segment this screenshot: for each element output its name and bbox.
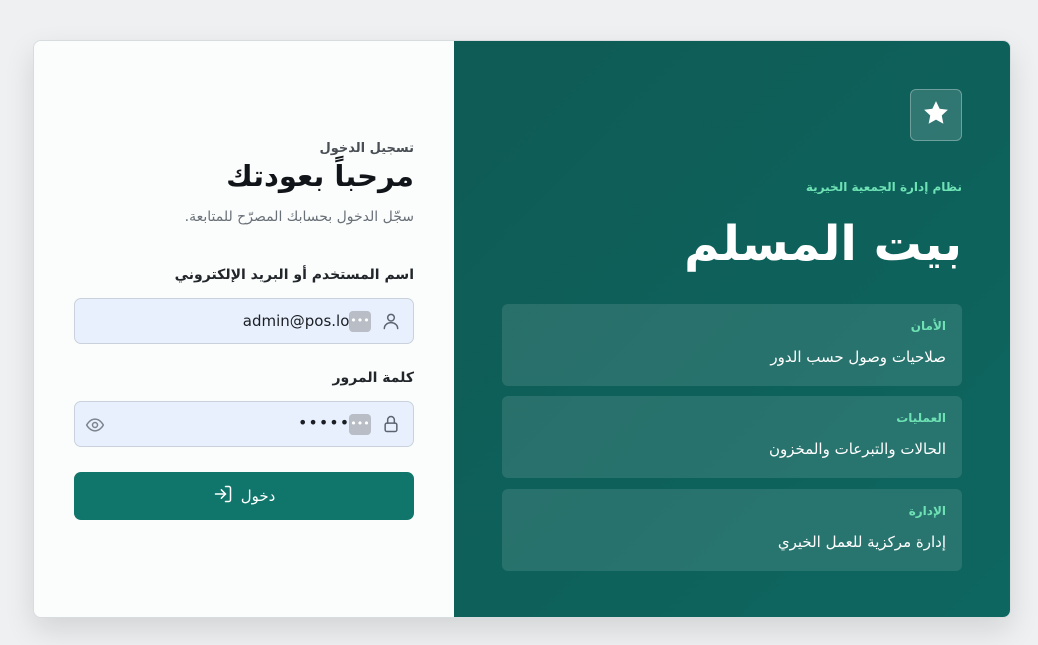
feature-text: صلاحيات وصول حسب الدور — [770, 348, 946, 366]
brand-kicker: نظام إدارة الجمعية الخيرية — [805, 180, 962, 194]
page-subtitle: سجّل الدخول بحسابك المصرّح للمتابعة. — [184, 209, 414, 225]
feature-label: العمليات — [896, 411, 946, 425]
brand-title: بيت المسلم — [684, 216, 962, 272]
brand-logo — [910, 89, 962, 141]
user-icon — [381, 311, 401, 331]
autofill-chip[interactable]: ••• — [349, 414, 371, 435]
password-field[interactable]: ••••••• ••• — [74, 401, 414, 447]
feature-card-management: الإدارة إدارة مركزية للعمل الخيري — [502, 489, 962, 571]
eye-icon[interactable] — [85, 415, 105, 435]
feature-label: الأمان — [910, 319, 946, 333]
login-eyebrow: تسجيل الدخول — [319, 141, 414, 156]
username-label: اسم المستخدم أو البريد الإلكتروني — [174, 267, 414, 283]
login-card: تسجيل الدخول مرحباً بعودتك سجّل الدخول ب… — [33, 40, 1011, 618]
login-form-panel: تسجيل الدخول مرحباً بعودتك سجّل الدخول ب… — [34, 41, 454, 617]
star-icon — [921, 98, 951, 132]
login-arrow-icon — [213, 484, 233, 508]
feature-card-security: الأمان صلاحيات وصول حسب الدور — [502, 304, 962, 386]
username-field[interactable]: admin@pos.local ••• — [74, 298, 414, 344]
feature-card-operations: العمليات الحالات والتبرعات والمخزون — [502, 396, 962, 478]
login-submit-label: دخول — [240, 487, 276, 505]
brand-panel: نظام إدارة الجمعية الخيرية بيت المسلم ال… — [454, 41, 1010, 617]
feature-text: إدارة مركزية للعمل الخيري — [777, 533, 946, 551]
feature-label: الإدارة — [908, 504, 946, 518]
lock-icon — [381, 414, 401, 434]
page-title: مرحباً بعودتك — [226, 159, 414, 193]
feature-text: الحالات والتبرعات والمخزون — [768, 440, 946, 458]
login-submit-button[interactable]: دخول — [74, 472, 414, 520]
autofill-chip[interactable]: ••• — [349, 311, 371, 332]
password-label: كلمة المرور — [332, 370, 414, 386]
